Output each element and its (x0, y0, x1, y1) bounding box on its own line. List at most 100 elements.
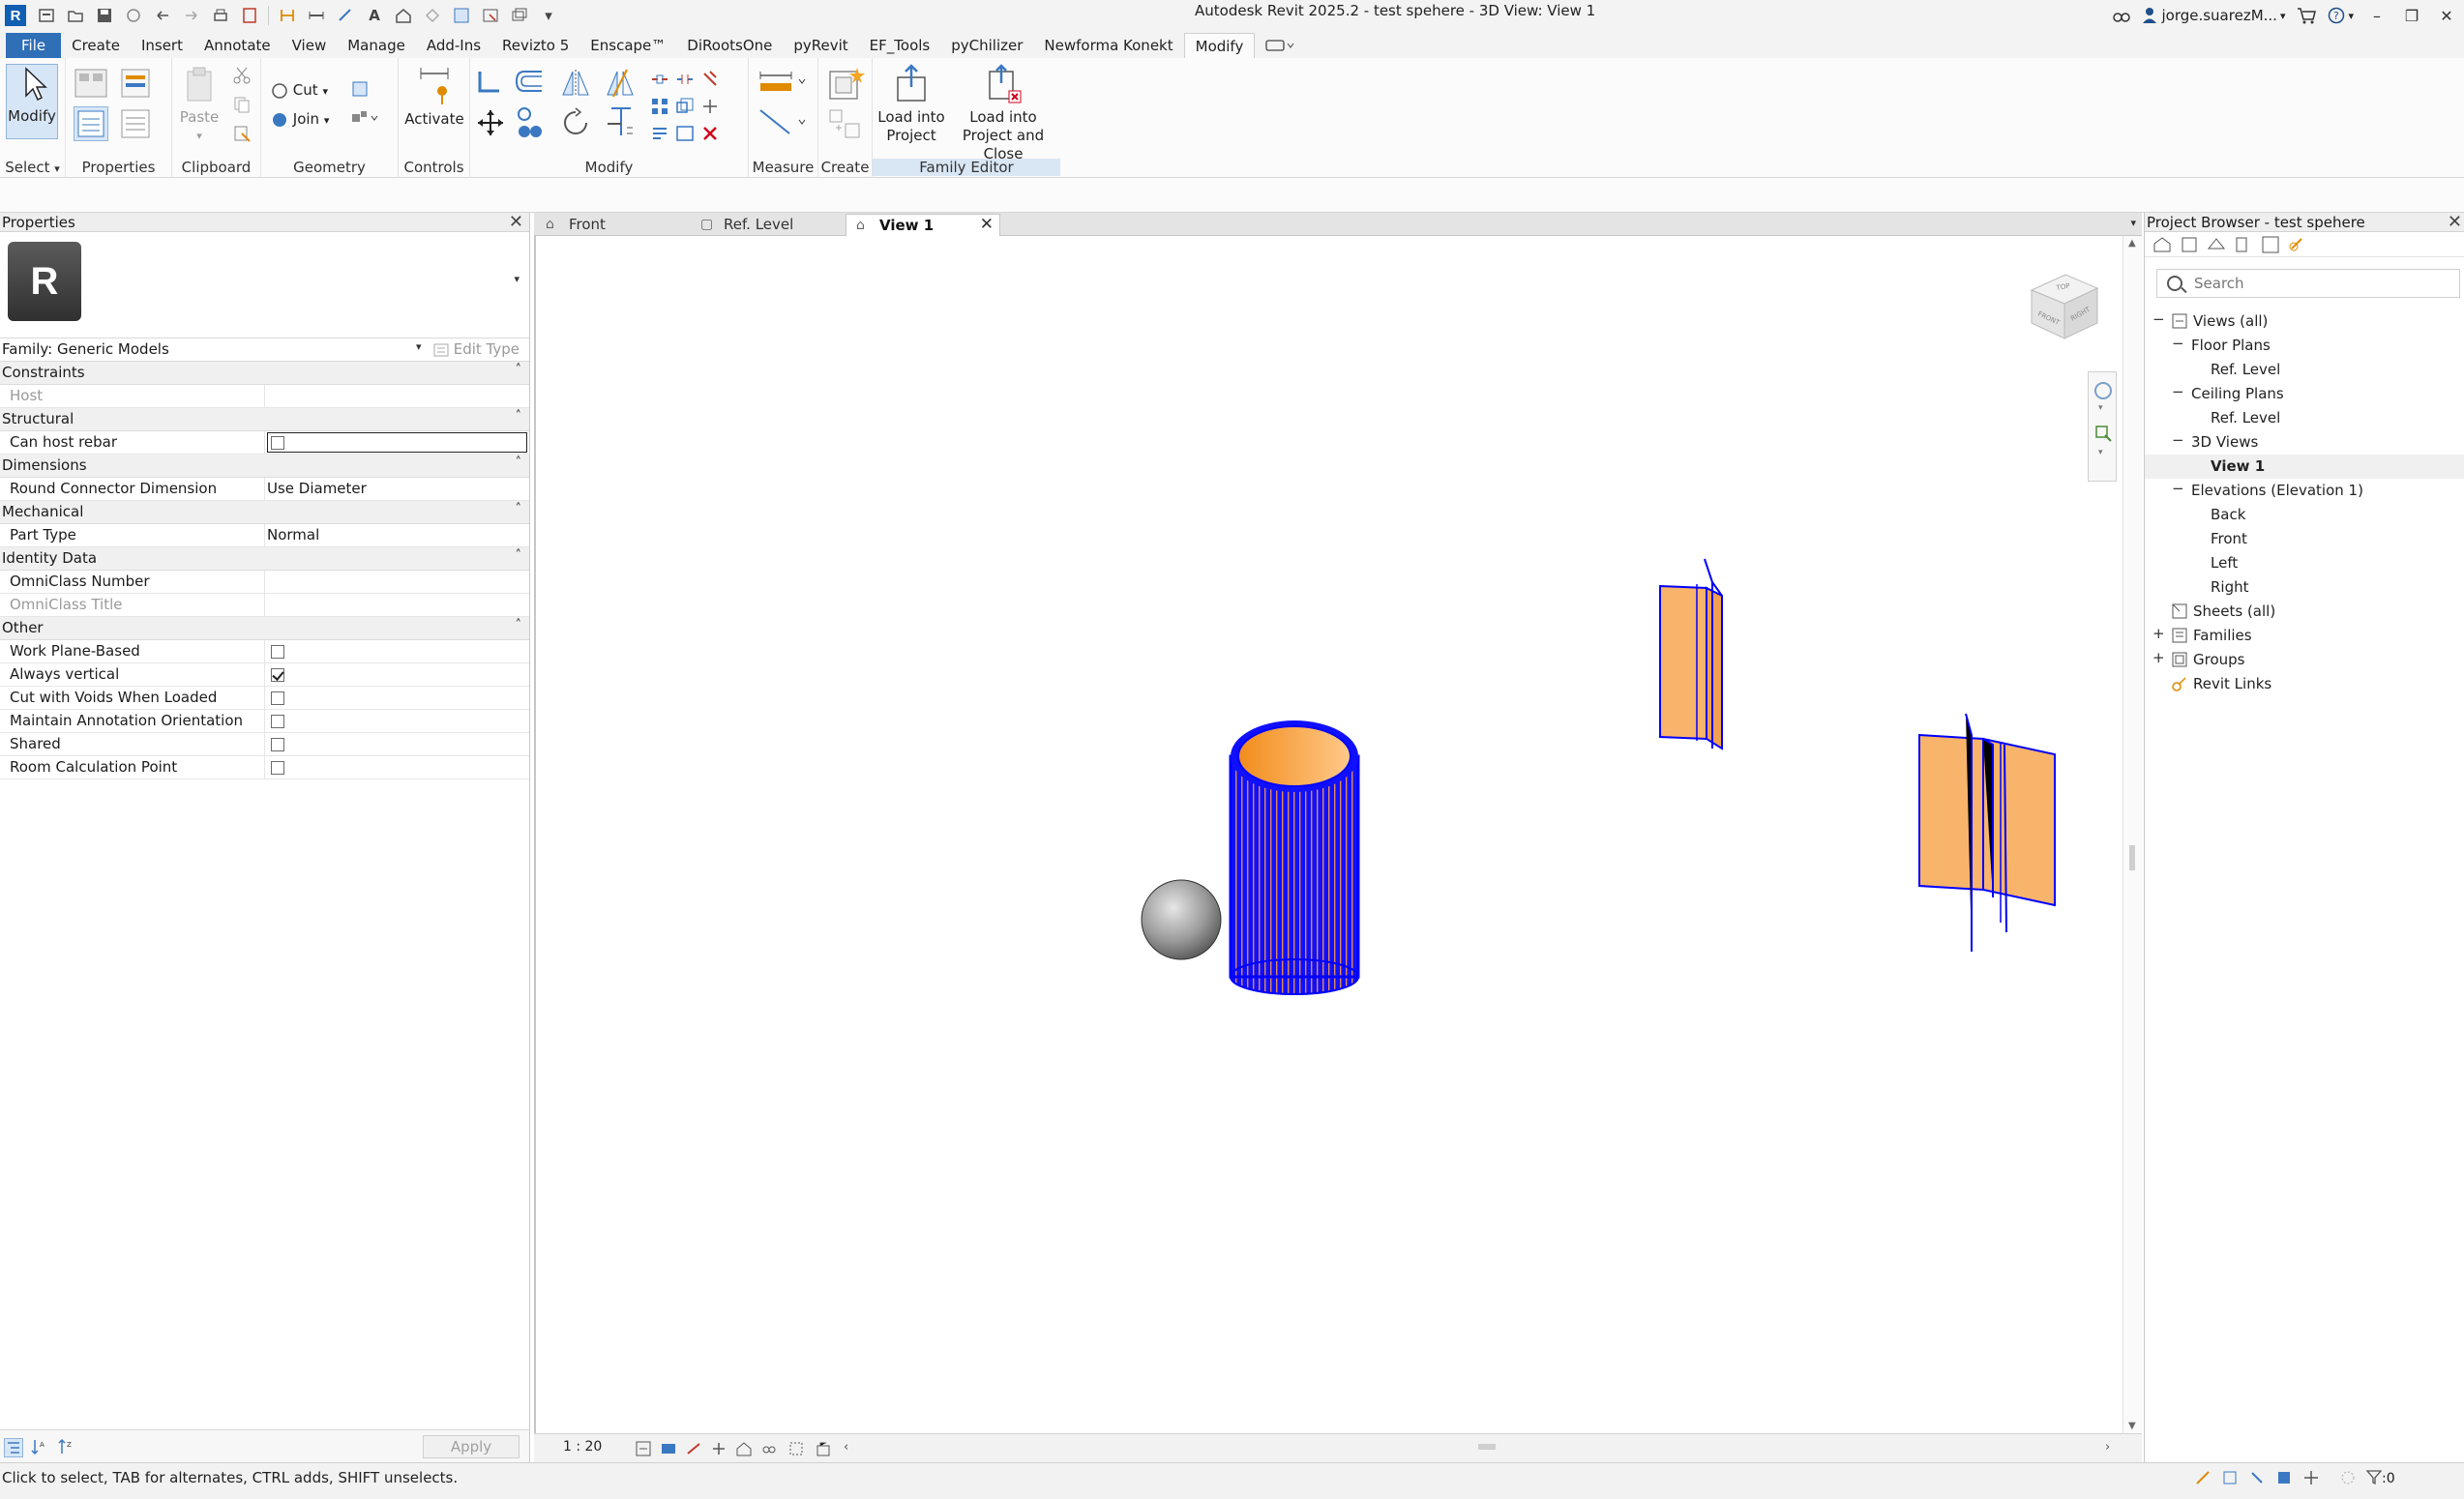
group-constraints[interactable]: Constraints ˄ (0, 362, 529, 385)
tab-add-ins[interactable]: Add-Ins (416, 33, 491, 58)
schedules-filter-icon[interactable] (2207, 235, 2226, 254)
tree-revit-links[interactable]: Revit Links (2145, 672, 2464, 696)
tree-3d-views[interactable]: − 3D Views (2145, 430, 2464, 455)
group-identity-data[interactable]: Identity Data ˄ (0, 547, 529, 571)
extrusion-pair-2[interactable] (1918, 713, 2056, 952)
group-structural[interactable]: Structural ˄ (0, 408, 529, 431)
tab-file[interactable]: File (6, 33, 62, 58)
default-3d-view-icon[interactable] (393, 5, 414, 26)
tree-elevations[interactable]: − Elevations (Elevation 1) (2145, 479, 2464, 503)
load-into-project-close-button[interactable]: Load into Project and Close (946, 64, 1060, 163)
dimension-icon[interactable] (306, 5, 327, 26)
close-hidden-icon[interactable] (480, 5, 501, 26)
paste-button[interactable]: Paste ▾ (178, 64, 221, 145)
pin-icon[interactable] (700, 70, 720, 89)
revit-logo[interactable]: R (5, 5, 26, 26)
create-similar-icon[interactable] (826, 64, 865, 103)
delete-icon[interactable] (700, 124, 720, 143)
scroll-thumb[interactable] (2129, 845, 2135, 870)
work-plane-based-checkbox[interactable] (271, 645, 284, 659)
maintain-annotation-checkbox[interactable] (271, 715, 284, 728)
select-links-icon[interactable] (2194, 1469, 2212, 1486)
tag-icon[interactable] (335, 5, 356, 26)
sort-descending-icon[interactable]: Z (58, 1438, 77, 1457)
sheet-icon[interactable] (239, 5, 260, 26)
family-selector[interactable]: Family: Generic Models ▾ Edit Type (0, 338, 529, 362)
restore-icon[interactable]: ❐ (2394, 7, 2429, 25)
room-calc-point-checkbox[interactable] (271, 761, 284, 775)
split-with-gap-icon[interactable] (675, 70, 695, 89)
ribbon-display-toggle[interactable] (1255, 33, 1305, 58)
select-by-face-icon[interactable] (2275, 1469, 2293, 1486)
view-tab-view1[interactable]: ⌂ View 1 ✕ (846, 214, 1000, 236)
view-tab-front[interactable]: ⌂ Front (536, 214, 691, 236)
unlock-view-icon[interactable] (815, 1440, 832, 1457)
join-button[interactable]: Join ▾ (271, 110, 329, 130)
mirror-pick-axis-icon[interactable] (559, 68, 592, 99)
tab-diroots[interactable]: DiRootsOne (676, 33, 783, 58)
save-icon[interactable] (94, 5, 115, 26)
tree-elevation-front[interactable]: Front (2145, 527, 2464, 551)
paint-icon[interactable] (350, 79, 370, 99)
group-mechanical[interactable]: Mechanical ˄ (0, 501, 529, 524)
sheets-filter-icon[interactable] (2180, 235, 2199, 254)
shared-checkbox[interactable] (271, 738, 284, 751)
aligned-dimension-icon[interactable] (757, 106, 811, 139)
groups-filter-icon[interactable] (2261, 235, 2280, 254)
tab-ef-tools[interactable]: EF_Tools (859, 33, 941, 58)
move-icon[interactable] (476, 108, 505, 137)
filter-icon[interactable]: :0 (2365, 1469, 2405, 1486)
section-icon[interactable] (422, 5, 443, 26)
tree-ceiling-plan-ref-level[interactable]: Ref. Level (2145, 406, 2464, 430)
scale-icon[interactable] (675, 97, 695, 116)
visual-style-icon[interactable] (660, 1440, 677, 1457)
customize-qat-icon[interactable]: ▾ (538, 5, 559, 26)
families-filter-icon[interactable] (2234, 235, 2253, 254)
modify-button[interactable]: Modify (6, 64, 58, 139)
type-properties-icon[interactable] (118, 106, 153, 141)
can-host-rebar-checkbox[interactable] (271, 436, 284, 450)
close-icon[interactable]: ✕ (2448, 212, 2462, 232)
scale-selector[interactable]: 1 : 20 (563, 1439, 602, 1455)
help-icon[interactable]: ? ▾ (2328, 7, 2354, 24)
user-menu[interactable]: jorge.suarezM... ▾ (2142, 7, 2285, 24)
collapse-icon[interactable]: − (2172, 431, 2184, 449)
tree-view1[interactable]: View 1 (2145, 455, 2464, 479)
collapse-icon[interactable]: − (2172, 335, 2184, 352)
select-underlay-icon[interactable] (2221, 1469, 2239, 1486)
measure-between-icon[interactable] (757, 68, 811, 95)
split-element-icon[interactable] (650, 70, 669, 89)
tree-floor-plans[interactable]: − Floor Plans (2145, 334, 2464, 358)
collapse-icon[interactable]: − (2172, 383, 2184, 400)
cylinder[interactable] (1229, 720, 1360, 995)
family-types-icon[interactable] (74, 66, 108, 101)
tab-modify[interactable]: Modify (1183, 33, 1256, 58)
tree-floor-plan-ref-level[interactable]: Ref. Level (2145, 358, 2464, 382)
measure-icon[interactable] (277, 5, 298, 26)
apply-button[interactable]: Apply (423, 1435, 520, 1458)
family-category-icon[interactable] (118, 66, 153, 101)
text-icon[interactable]: A (364, 5, 385, 26)
collapse-icon[interactable]: − (2172, 480, 2184, 497)
tab-newforma[interactable]: Newforma Konekt (1033, 33, 1183, 58)
tree-sheets[interactable]: Sheets (all) (2145, 600, 2464, 624)
minimize-icon[interactable]: – (2360, 7, 2394, 25)
sort-ascending-icon[interactable]: A (31, 1438, 50, 1457)
omniclass-number-value[interactable] (265, 571, 529, 593)
round-connector-value[interactable]: Use Diameter (265, 478, 529, 500)
tab-view[interactable]: View (282, 33, 338, 58)
select-pinned-icon[interactable] (2248, 1469, 2266, 1486)
close-icon[interactable]: ✕ (980, 215, 994, 234)
print-icon[interactable] (210, 5, 231, 26)
open-icon[interactable] (65, 5, 86, 26)
sync-icon[interactable] (123, 5, 144, 26)
search-input[interactable] (2194, 275, 2446, 292)
type-selector[interactable]: R ▾ (0, 232, 529, 338)
copy-element-icon[interactable] (515, 106, 544, 139)
cart-icon[interactable] (2297, 7, 2317, 24)
panel-select-label[interactable]: Select ▾ (0, 159, 65, 176)
load-into-project-button[interactable]: Load into Project (875, 64, 948, 145)
scroll-up-icon[interactable]: ▲ (2128, 238, 2136, 249)
tab-pychilizer[interactable]: pyChilizer (940, 33, 1033, 58)
tab-revizto[interactable]: Revizto 5 (491, 33, 579, 58)
